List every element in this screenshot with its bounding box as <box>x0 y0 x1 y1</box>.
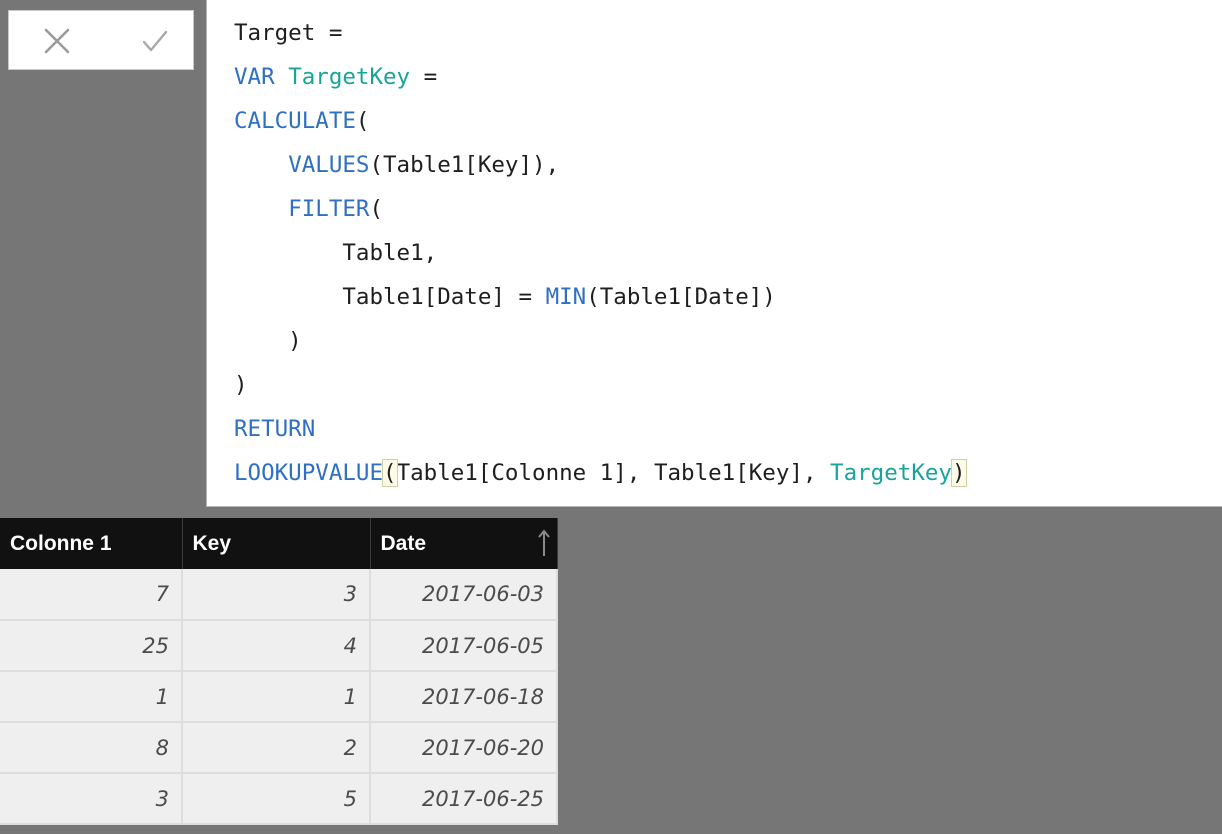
table-cell: 8 <box>0 722 183 774</box>
dax-text: Table1[Date] = <box>234 284 546 310</box>
formula-line: VALUES(Table1[Key]), <box>234 150 559 180</box>
dax-text <box>234 196 288 222</box>
dax-text: = <box>410 64 438 90</box>
cancel-button[interactable] <box>39 23 75 59</box>
dax-text: ) <box>234 372 248 398</box>
table-header-row: Colonne 1 Key Date <box>0 518 558 569</box>
table-cell: 3 <box>0 773 183 825</box>
dax-text: Table1, <box>234 240 438 266</box>
dax-text: ( <box>355 108 370 134</box>
table-cell: 3 <box>182 569 371 621</box>
formula-actions <box>8 10 194 70</box>
dax-variable: TargetKey <box>288 64 411 90</box>
formula-line: LOOKUPVALUE(Table1[Colonne 1], Table1[Ke… <box>234 458 967 488</box>
table-cell: 25 <box>0 620 183 672</box>
dax-keyword: VALUES <box>288 152 370 178</box>
dax-text: ) <box>234 328 302 354</box>
dax-keyword: CALCULATE <box>234 108 356 134</box>
formula-line: Target = <box>234 18 342 48</box>
bracket-match: ( <box>382 459 398 487</box>
table-cell: 2017-06-03 <box>370 569 558 621</box>
dax-text <box>275 64 289 90</box>
check-icon <box>142 30 168 52</box>
table-cell: 2017-06-20 <box>370 722 558 774</box>
formula-line: FILTER( <box>234 194 383 224</box>
table-row[interactable]: 8 2 2017-06-20 <box>0 722 558 774</box>
dax-text: Target = <box>234 20 343 46</box>
formula-line: Table1, <box>234 238 437 268</box>
table-cell: 2 <box>182 722 371 774</box>
formula-line: ) <box>234 370 248 400</box>
table-row[interactable]: 1 1 2017-06-18 <box>0 671 558 723</box>
formula-line: RETURN <box>234 414 315 444</box>
table-cell: 1 <box>182 671 371 723</box>
data-table: Colonne 1 Key Date 7 3 2017-06-03 25 4 2017-0… <box>0 518 558 825</box>
formula-line: ) <box>234 326 302 356</box>
table-row[interactable]: 25 4 2017-06-05 <box>0 620 558 672</box>
formula-line: VAR TargetKey = <box>234 62 437 92</box>
dax-text: Table1[Colonne 1], Table1[Key], <box>396 460 831 486</box>
dax-text <box>234 152 288 178</box>
table-row[interactable]: 3 5 2017-06-25 <box>0 773 558 825</box>
table-cell: 2017-06-05 <box>370 620 558 672</box>
dax-text: (Table1[Date]) <box>586 284 776 310</box>
table-cell: 7 <box>0 569 183 621</box>
table-cell: 4 <box>182 620 371 672</box>
x-icon <box>44 28 70 54</box>
table-cell: 5 <box>182 773 371 825</box>
column-header-label: Key <box>192 531 232 555</box>
commit-button[interactable] <box>137 23 173 59</box>
table-cell: 2017-06-25 <box>370 773 558 825</box>
bracket-match: ) <box>951 459 967 487</box>
dax-variable: TargetKey <box>830 460 952 486</box>
column-header-key[interactable]: Key <box>182 518 371 569</box>
column-header-date[interactable]: Date <box>370 518 558 569</box>
table-cell: 1 <box>0 671 183 723</box>
formula-line: CALCULATE( <box>234 106 369 136</box>
dax-keyword: RETURN <box>234 416 316 442</box>
dax-keyword: VAR <box>234 64 275 90</box>
column-header-label: Date <box>380 531 427 555</box>
table-row[interactable]: 7 3 2017-06-03 <box>0 569 558 621</box>
column-header-label: Colonne 1 <box>10 531 112 555</box>
formula-editor[interactable]: Target = VAR TargetKey = CALCULATE( VALUES… <box>206 0 1222 507</box>
table-cell: 2017-06-18 <box>370 671 558 723</box>
dax-text: ( <box>369 196 384 222</box>
formula-line: Table1[Date] = MIN(Table1[Date]) <box>234 282 776 312</box>
dax-keyword: LOOKUPVALUE <box>234 460 384 486</box>
column-header-colonne-1[interactable]: Colonne 1 <box>0 518 183 569</box>
sort-ascending-arrow-icon <box>537 528 551 564</box>
dax-text: (Table1[Key]), <box>369 152 560 178</box>
dax-keyword: MIN <box>545 284 587 310</box>
dax-keyword: FILTER <box>288 196 370 222</box>
